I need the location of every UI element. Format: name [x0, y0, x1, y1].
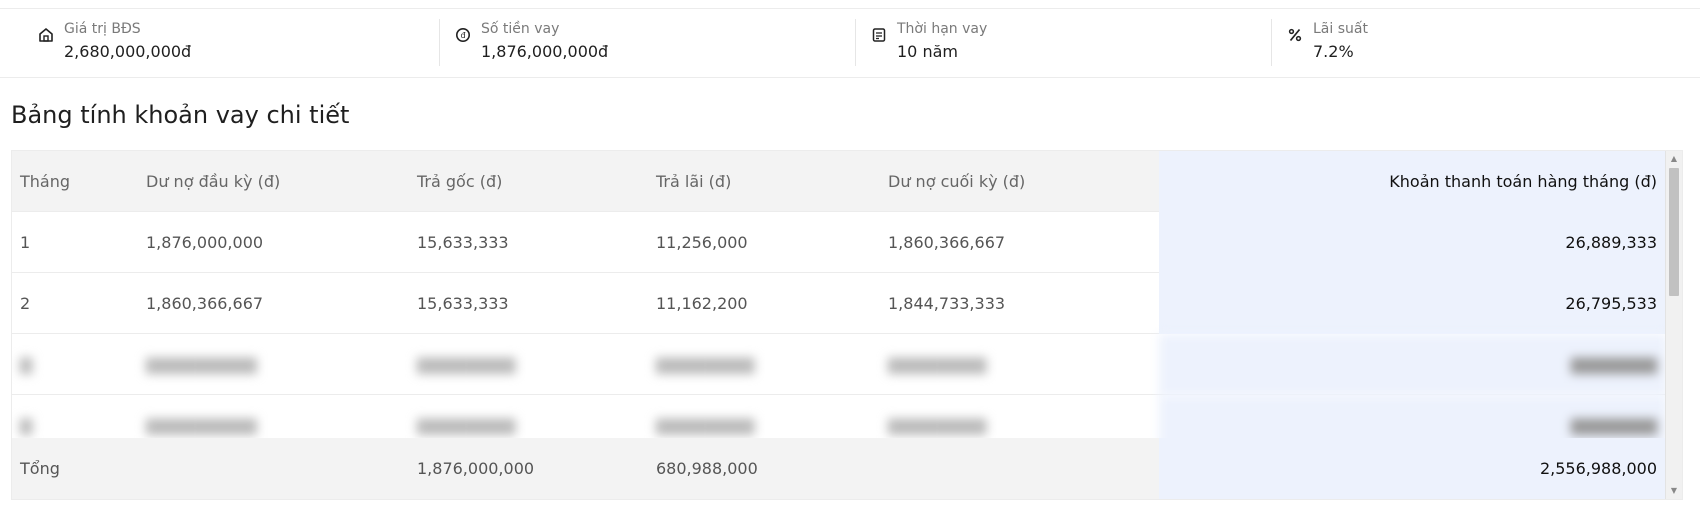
blurred-cell: ▇▇▇▇▇▇▇▇: [417, 355, 516, 374]
column-header-principal: Trả gốc (đ): [417, 172, 503, 191]
house-icon: [36, 25, 56, 45]
summary-divider: [439, 19, 440, 66]
summary-divider: [1271, 19, 1272, 66]
summary-value: 2,680,000,000đ: [64, 42, 192, 61]
blurred-cell: ▇▇▇▇▇▇▇▇: [888, 355, 987, 374]
table-total-row: Tổng 1,876,000,000 680,988,000 2,556,988…: [12, 438, 1667, 499]
cell-closing-balance: 1,860,366,667: [888, 233, 1006, 252]
cell-principal: 15,633,333: [417, 233, 509, 252]
cell-interest: 11,162,200: [656, 294, 748, 313]
summary-divider: [855, 19, 856, 66]
column-header-monthly-payment: Khoản thanh toán hàng tháng (đ): [1159, 151, 1667, 212]
summary-label: Số tiền vay: [481, 21, 560, 37]
cell-closing-balance: 1,844,733,333: [888, 294, 1006, 313]
column-header-closing-balance: Dư nợ cuối kỳ (đ): [888, 172, 1026, 191]
page-title: Bảng tính khoản vay chi tiết: [11, 101, 350, 129]
cell-month: 2: [20, 294, 31, 313]
calendar-icon: [869, 25, 889, 45]
table-row: 2 1,860,366,667 15,633,333 11,162,200 1,…: [12, 273, 1667, 334]
summary-value: 7.2%: [1313, 42, 1354, 61]
cell-monthly-payment: 26,795,533: [1159, 273, 1667, 334]
summary-label: Giá trị BĐS: [64, 21, 141, 37]
blurred-cell: ▇▇▇▇▇▇▇: [1159, 334, 1667, 395]
summary-label: Lãi suất: [1313, 21, 1368, 37]
cell-opening-balance: 1,860,366,667: [146, 294, 264, 313]
total-label: Tổng: [20, 459, 60, 478]
blurred-cell: ▇: [20, 355, 33, 374]
table-row-blurred: ▇ ▇▇▇▇▇▇▇▇▇ ▇▇▇▇▇▇▇▇ ▇▇▇▇▇▇▇▇ ▇▇▇▇▇▇▇▇ ▇…: [12, 334, 1667, 395]
cell-opening-balance: 1,876,000,000: [146, 233, 264, 252]
cell-principal: 15,633,333: [417, 294, 509, 313]
table-header-row: Tháng Dư nợ đầu kỳ (đ) Trả gốc (đ) Trả l…: [12, 151, 1667, 212]
scroll-up-arrow-icon[interactable]: ▲: [1666, 151, 1682, 167]
scroll-down-arrow-icon[interactable]: ▼: [1666, 483, 1682, 499]
total-payment: 2,556,988,000: [1159, 438, 1667, 499]
loan-summary-bar: Giá trị BĐS 2,680,000,000đ đ Số tiền vay…: [0, 9, 1700, 78]
column-header-opening-balance: Dư nợ đầu kỳ (đ): [146, 172, 281, 191]
summary-value: 1,876,000,000đ: [481, 42, 609, 61]
blurred-cell: ▇▇▇▇▇▇▇▇: [656, 355, 755, 374]
amortization-table[interactable]: Tháng Dư nợ đầu kỳ (đ) Trả gốc (đ) Trả l…: [11, 150, 1683, 500]
summary-label: Thời hạn vay: [897, 21, 988, 37]
cell-month: 1: [20, 233, 31, 252]
total-interest: 680,988,000: [656, 459, 758, 478]
total-principal: 1,876,000,000: [417, 459, 535, 478]
cell-monthly-payment: 26,889,333: [1159, 212, 1667, 273]
svg-text:đ: đ: [460, 31, 465, 40]
column-header-month: Tháng: [20, 172, 71, 191]
coin-icon: đ: [453, 25, 473, 45]
table-scrollbar[interactable]: ▲ ▼: [1665, 151, 1682, 499]
summary-value: 10 năm: [897, 42, 958, 61]
percent-icon: [1285, 25, 1305, 45]
blurred-cell: ▇▇▇▇▇▇▇▇▇: [146, 355, 257, 374]
cell-interest: 11,256,000: [656, 233, 748, 252]
column-header-interest: Trả lãi (đ): [656, 172, 732, 191]
scroll-thumb[interactable]: [1669, 168, 1679, 296]
table-row: 1 1,876,000,000 15,633,333 11,256,000 1,…: [12, 212, 1667, 273]
